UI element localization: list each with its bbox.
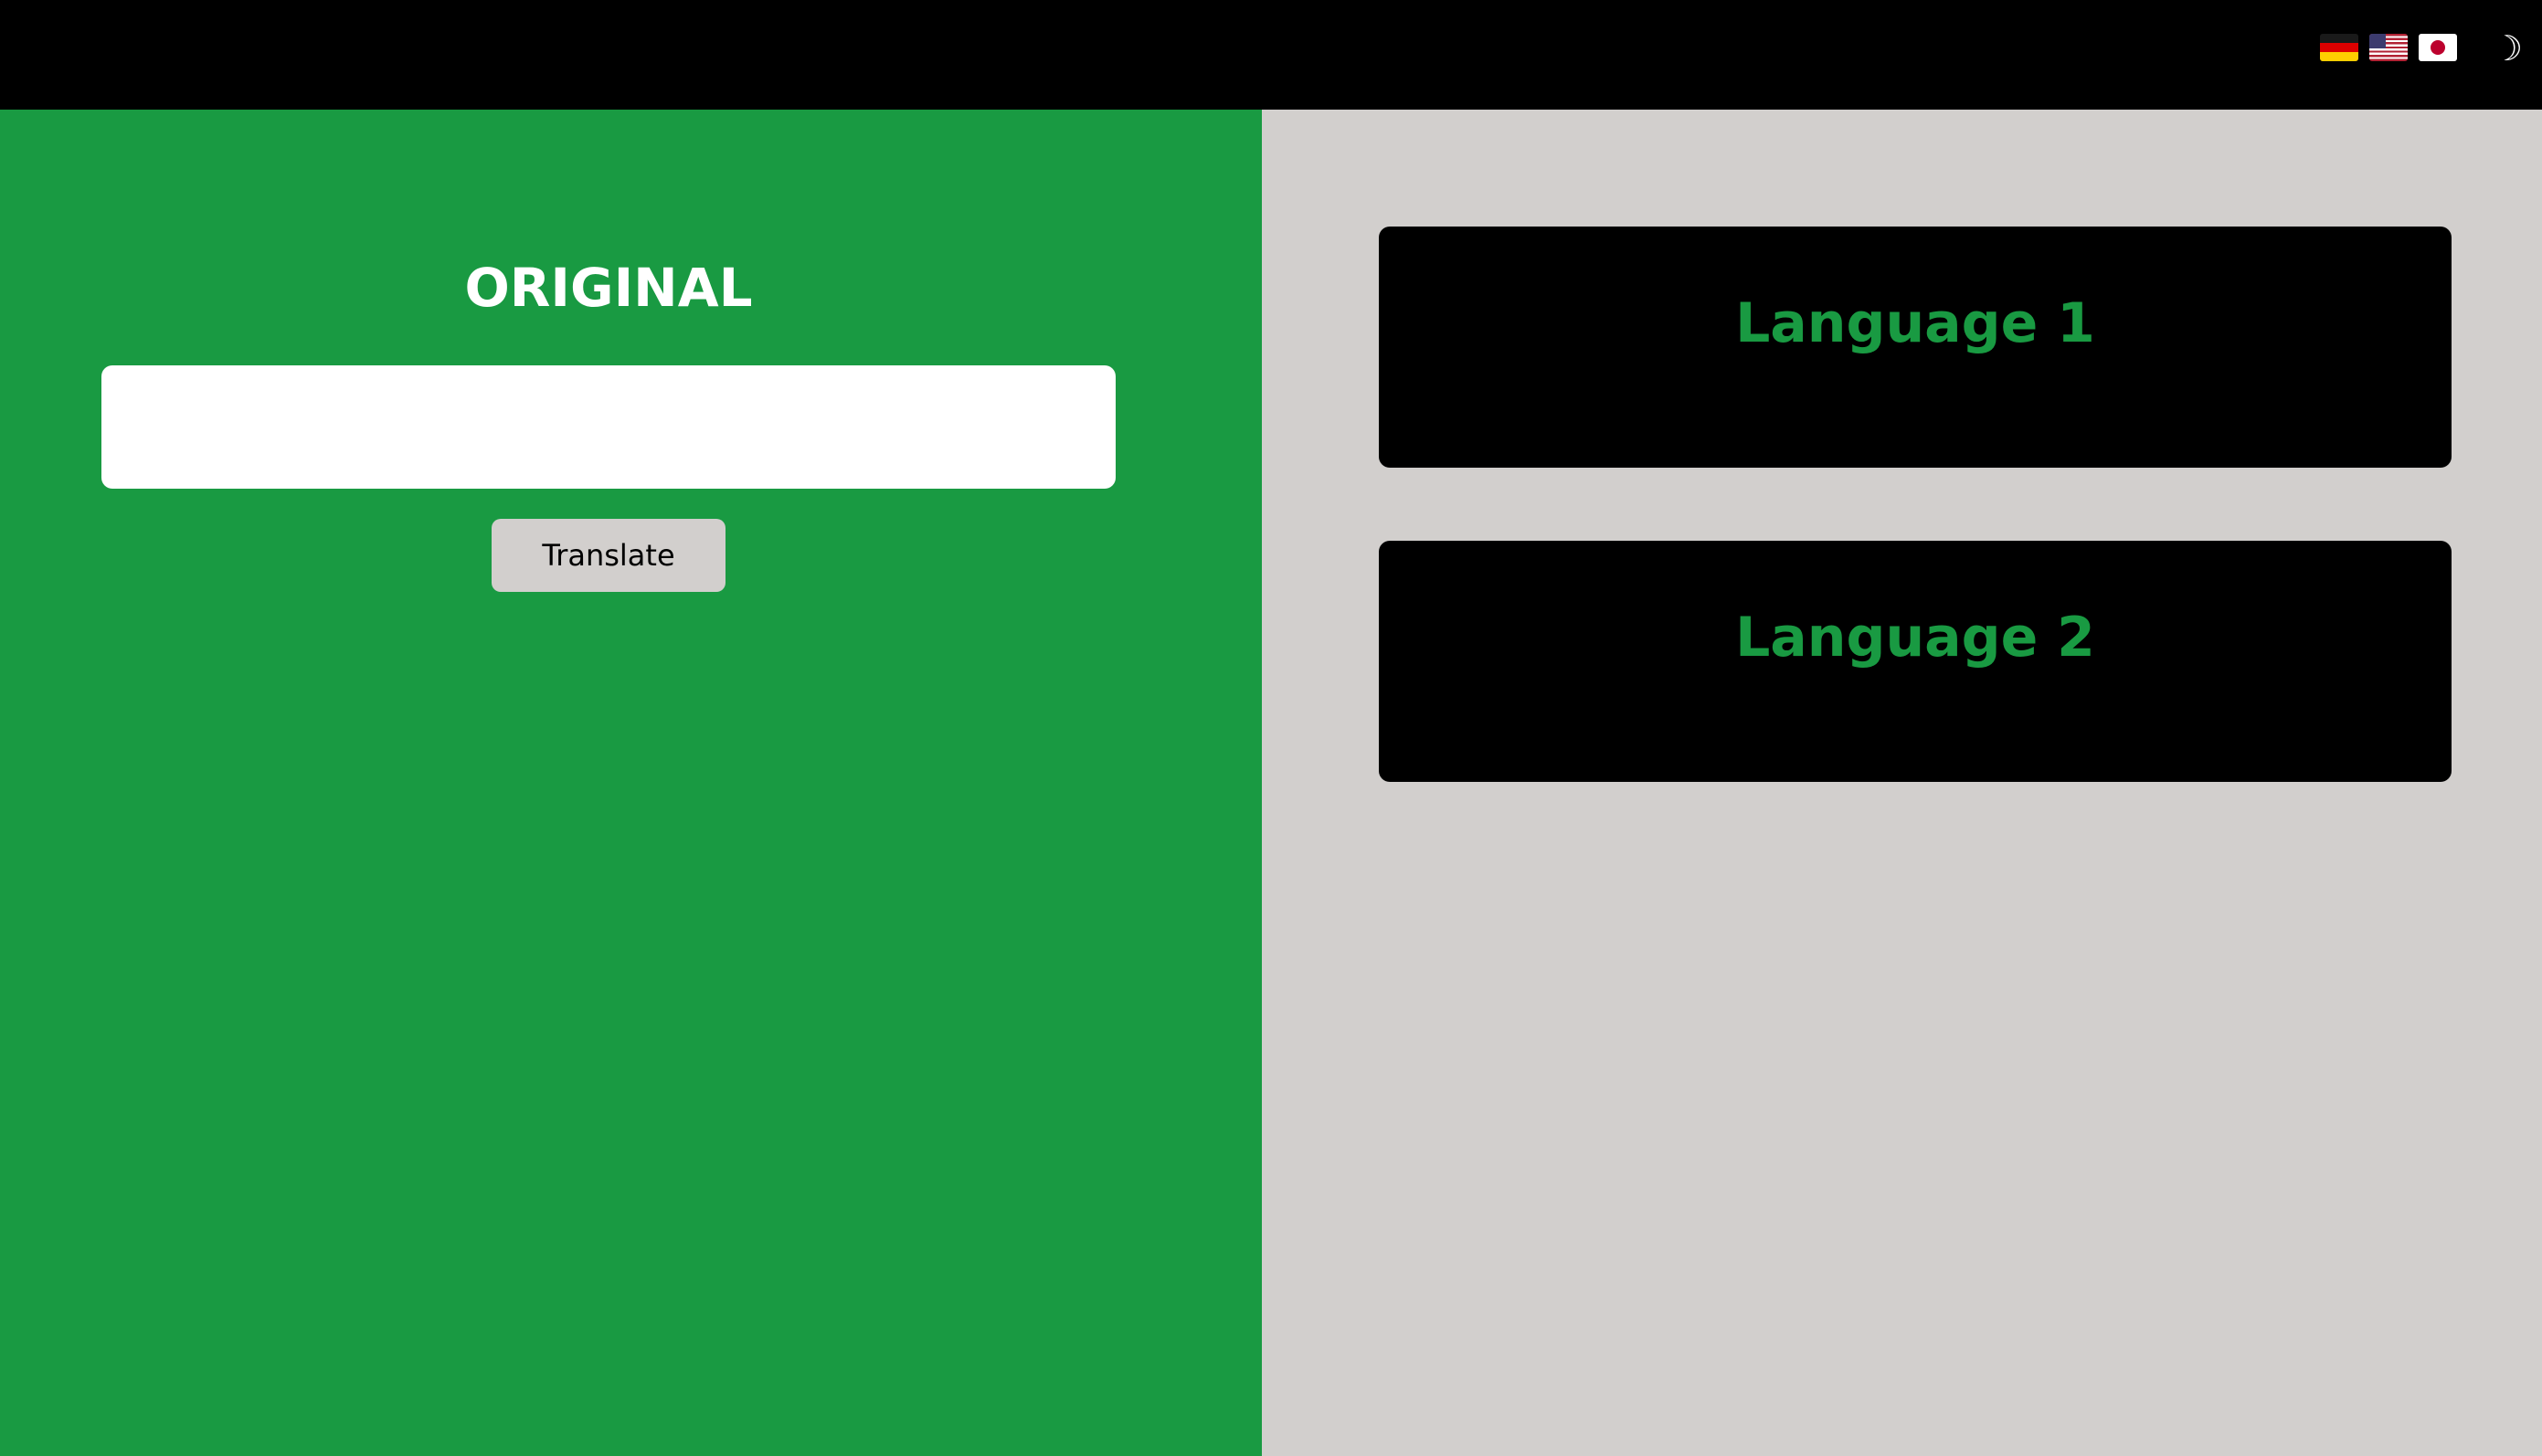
japan-flag-icon[interactable] (2419, 34, 2457, 61)
original-title: ORIGINAL (464, 257, 753, 319)
original-panel: ORIGINAL Translate (0, 110, 1262, 1456)
language-1-card: Language 1 (1379, 227, 2452, 468)
language-flags (2320, 34, 2457, 61)
moon-icon[interactable]: ☽ (2489, 26, 2526, 71)
germany-flag-icon[interactable] (2320, 34, 2358, 61)
language-2-label: Language 2 (1735, 606, 2095, 670)
original-text-input[interactable] (101, 365, 1116, 489)
top-bar: ☽ (0, 0, 2542, 110)
usa-flag-icon[interactable] (2369, 34, 2408, 61)
translate-button[interactable]: Translate (492, 519, 726, 592)
language-1-label: Language 1 (1735, 291, 2095, 355)
translations-panel: Language 1 Language 2 (1262, 110, 2542, 1456)
language-2-card: Language 2 (1379, 541, 2452, 782)
